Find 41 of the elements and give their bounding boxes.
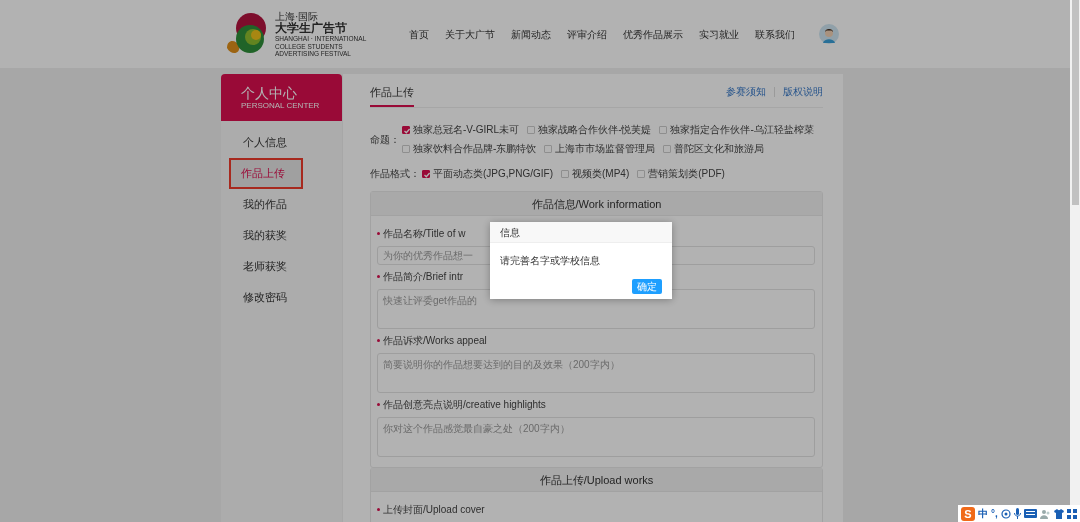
- checkbox-option[interactable]: 平面动态类(JPG,PNG/GIF): [422, 166, 553, 182]
- checkbox-option[interactable]: 视频类(MP4): [561, 166, 630, 182]
- nav-link[interactable]: 实习就业: [699, 26, 740, 42]
- field-label: 作品格式：: [370, 167, 420, 182]
- field-label: 命题：: [370, 132, 400, 147]
- section-tab[interactable]: 作品上传: [370, 74, 414, 108]
- nav-link[interactable]: 评审介绍: [567, 26, 608, 42]
- section-header: 作品信息/Work information: [371, 192, 822, 217]
- section-header: 作品上传/Upload works: [371, 468, 822, 493]
- field-label-text: 上传封面/Upload cover: [383, 503, 485, 518]
- sidebar-item[interactable]: 我的获奖: [221, 220, 342, 251]
- dialog-message: 请完善名字或学校信息: [499, 254, 601, 268]
- text-link[interactable]: 参赛须知: [726, 84, 766, 100]
- sidebar-item[interactable]: 个人信息: [221, 127, 342, 158]
- nav-link[interactable]: 新闻动态: [511, 26, 552, 42]
- nav-link[interactable]: 优秀作品展示: [623, 26, 684, 42]
- sidebar-item[interactable]: 修改密码: [221, 282, 342, 313]
- checkbox-option[interactable]: 独家总冠名-V-GIRL未可: [402, 122, 520, 138]
- field-label-text: 作品创意亮点说明/creative highlights: [383, 398, 546, 413]
- sidebar-title: 个人中心: [241, 85, 298, 102]
- field-label-text: 作品名称/Title of w: [383, 227, 466, 242]
- text-link[interactable]: 版权说明: [783, 84, 823, 100]
- sidebar-item[interactable]: 我的作品: [221, 189, 342, 220]
- field-label-text: 作品简介/Brief intr: [383, 270, 463, 285]
- checkbox-option[interactable]: 普陀区文化和旅游局: [663, 141, 765, 157]
- dialog-title: 信息: [490, 222, 672, 243]
- checkbox-option[interactable]: 独家指定合作伙伴-乌江轻盐榨菜: [659, 122, 814, 138]
- checkbox-option[interactable]: 独家战略合作伙伴-悦芙媞: [527, 122, 652, 138]
- checkbox-option[interactable]: 上海市市场监督管理局: [544, 141, 656, 157]
- field-label-text: 作品诉求/Works appeal: [383, 334, 487, 349]
- ime-button[interactable]: 中: [978, 506, 988, 521]
- sidebar-subtitle: PERSONAL CENTER: [241, 101, 321, 112]
- logo-title: 上海·国际: [275, 11, 319, 23]
- logo-title: 大学生广告节: [275, 22, 348, 36]
- nav-link[interactable]: 首页: [409, 26, 430, 42]
- nav-link[interactable]: 联系我们: [755, 26, 796, 42]
- nav-link[interactable]: 关于大广节: [445, 26, 496, 42]
- ime-button[interactable]: °,: [991, 506, 998, 521]
- checkbox-option[interactable]: 营销策划类(PDF): [637, 166, 725, 182]
- checkbox-option[interactable]: 独家饮料合作品牌-东鹏特饮: [402, 141, 537, 157]
- sidebar-item[interactable]: 老师获奖: [221, 251, 342, 282]
